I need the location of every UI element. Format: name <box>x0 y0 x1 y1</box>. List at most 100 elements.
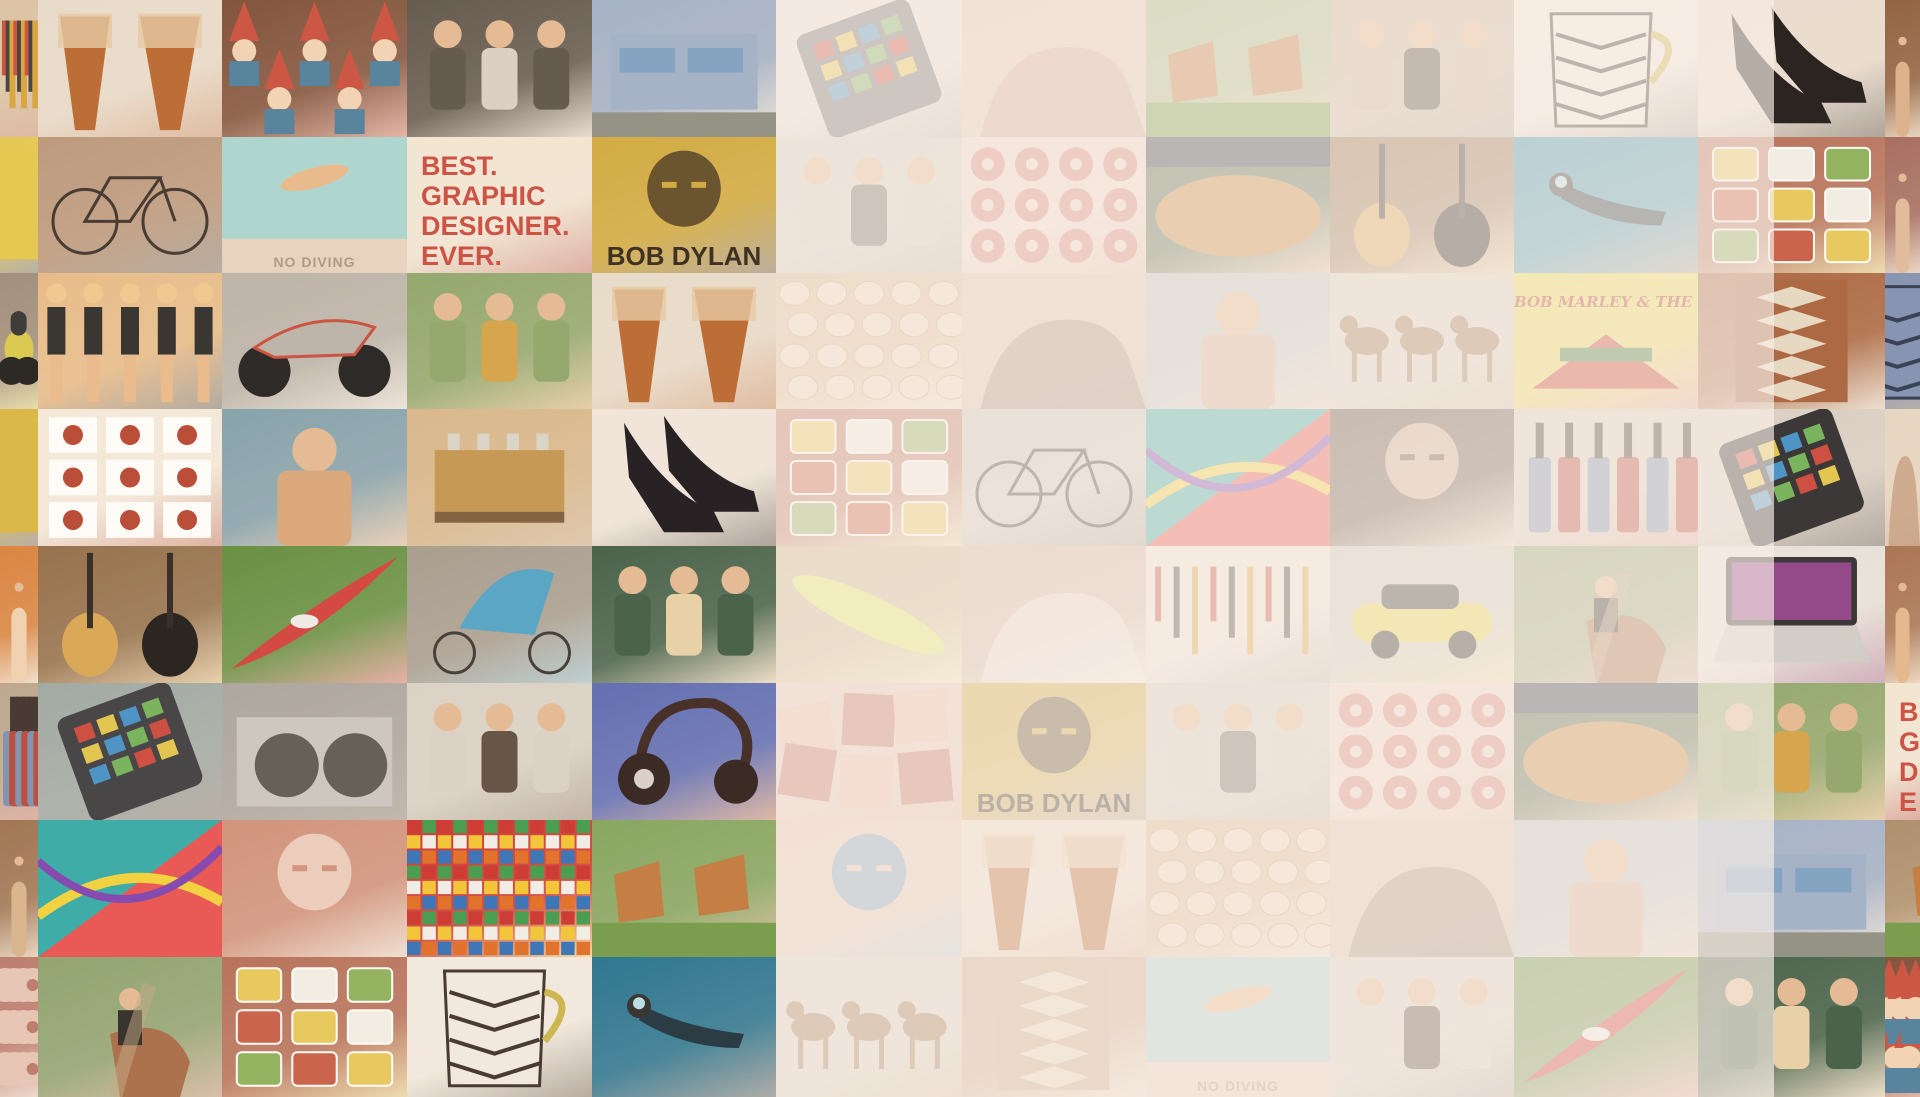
lego-bricks-photo[interactable] <box>407 820 592 957</box>
vintage-bicycle-photo[interactable] <box>962 409 1146 546</box>
turntables-photo[interactable] <box>222 683 407 820</box>
lawn-chairs-photo[interactable] <box>1146 0 1330 137</box>
hat-woman-photo[interactable] <box>0 546 38 683</box>
glasses-man-photo[interactable] <box>1330 409 1514 546</box>
louboutin-heels-photo[interactable] <box>592 409 776 546</box>
eggs-photo[interactable] <box>1146 820 1330 957</box>
patterned-mug-photo[interactable] <box>1514 0 1698 137</box>
takeout-meals-photo[interactable] <box>776 409 962 546</box>
acoustic-guitars-photo[interactable] <box>1330 137 1514 273</box>
tie-dye-friends-photo[interactable] <box>1698 683 1885 820</box>
calculator-hand-photo[interactable] <box>1698 409 1885 546</box>
donut-grid-photo[interactable] <box>1330 683 1514 820</box>
vintage-bicycle-photo[interactable] <box>38 137 222 273</box>
snack-plates-photo[interactable] <box>38 409 222 546</box>
calculator-photo[interactable] <box>776 0 962 137</box>
meals-icon <box>235 967 394 1087</box>
grandma-photo[interactable] <box>0 820 38 957</box>
modern-house-photo[interactable] <box>592 0 776 137</box>
hot-sauce-bottles-photo[interactable] <box>0 683 38 820</box>
phone-icon <box>796 0 942 137</box>
djembe-drums-photo[interactable] <box>38 0 222 137</box>
acoustic-guitars-photo[interactable] <box>38 546 222 683</box>
yellow-letters-photo[interactable] <box>0 409 38 546</box>
headphones-photo[interactable] <box>592 683 776 820</box>
eggs-photo[interactable] <box>776 273 962 409</box>
takeout-meals-photo[interactable] <box>1698 137 1885 273</box>
fisher-woman-photo[interactable] <box>1514 820 1698 957</box>
tie-dye-partial-photo[interactable] <box>1885 546 1920 683</box>
scuba-diver-photo[interactable] <box>592 957 776 1097</box>
donut-grid-photo[interactable] <box>962 137 1146 273</box>
woven-rug-photo[interactable] <box>962 957 1146 1097</box>
bob-dylan-poster[interactable]: BOB DYLAN <box>592 137 776 273</box>
patterned-mug-photo[interactable] <box>407 957 592 1097</box>
pool-diver-photo[interactable]: NO DIVING <box>1146 957 1330 1097</box>
poster-collage-photo[interactable] <box>776 683 962 820</box>
lake-fisher-photo[interactable] <box>1146 273 1330 409</box>
pool-diver-photo[interactable]: NO DIVING <box>222 137 407 273</box>
hot-sauce-bottles-photo[interactable] <box>1514 409 1698 546</box>
black-heels-photo[interactable] <box>1698 0 1885 137</box>
car-partial-photo[interactable] <box>0 273 38 409</box>
lounge-chair-photo[interactable] <box>1885 820 1920 957</box>
abstract-art-photo[interactable] <box>38 820 222 957</box>
food-scene-photo[interactable] <box>776 137 962 273</box>
food-scene-photo[interactable] <box>1146 683 1330 820</box>
blue-object-photo[interactable] <box>1885 273 1920 409</box>
hand-pencils-photo[interactable] <box>1330 820 1514 957</box>
horse-rider-photo[interactable] <box>1514 546 1698 683</box>
tool-wall-photo[interactable] <box>1146 546 1330 683</box>
street-group-photo[interactable] <box>1330 0 1514 137</box>
red-kayak-photo[interactable] <box>222 546 407 683</box>
hand-pencils-photo[interactable] <box>962 273 1146 409</box>
plates-icon <box>49 417 211 538</box>
gnome-partial-photo[interactable] <box>1885 957 1920 1097</box>
scuba-diver-photo[interactable] <box>1514 137 1698 273</box>
surfboard-photo[interactable] <box>776 546 962 683</box>
bike-trailer-photo[interactable] <box>407 546 592 683</box>
djembe-drums-photo[interactable] <box>962 820 1146 957</box>
laptop-photo[interactable] <box>1698 546 1885 683</box>
motorcycle-photo[interactable] <box>222 273 407 409</box>
lawn-chairs-photo[interactable] <box>592 820 776 957</box>
dogs-photo[interactable] <box>1330 273 1514 409</box>
reggae-poster[interactable]: BOB MARLEY & THE WAILERS <box>1514 273 1698 409</box>
guitar-band-photo[interactable] <box>407 0 592 137</box>
baseball-stadium-photo[interactable] <box>1146 137 1330 273</box>
woven-rug-photo[interactable] <box>1698 273 1885 409</box>
djembe-drums-photo[interactable] <box>592 273 776 409</box>
face-massage-photo[interactable] <box>222 820 407 957</box>
espresso-machine-photo[interactable] <box>407 409 592 546</box>
hand-closeup-photo[interactable] <box>962 0 1146 137</box>
horse-rider-photo[interactable] <box>38 957 222 1097</box>
writing-hand-photo[interactable] <box>1885 409 1920 546</box>
tool-rack-photo[interactable] <box>0 0 38 137</box>
barbie-dolls-photo[interactable] <box>38 273 222 409</box>
yellow-mini-photo[interactable] <box>1330 546 1514 683</box>
baseball-stadium-photo[interactable] <box>1514 683 1698 820</box>
portrait-photo[interactable] <box>1885 0 1920 137</box>
tie-dye-friends-photo[interactable] <box>407 273 592 409</box>
chalkboard-students-photo[interactable] <box>592 546 776 683</box>
dogs-photo[interactable] <box>776 957 962 1097</box>
graphic-designer-poster[interactable]: B G D E <box>1885 683 1920 820</box>
donut-sign-photo[interactable] <box>0 957 38 1097</box>
calculator-photo[interactable] <box>38 683 222 820</box>
red-kayak-photo[interactable] <box>1514 957 1698 1097</box>
people-icon <box>429 293 570 382</box>
graphic-designer-poster[interactable]: BEST. GRAPHIC DESIGNER. EVER. <box>407 137 592 273</box>
fisher-woman-photo[interactable] <box>222 409 407 546</box>
yellow-sign-photo[interactable] <box>0 137 38 273</box>
garden-gnomes-photo[interactable] <box>222 0 407 137</box>
film-crew-photo[interactable] <box>407 683 592 820</box>
partial-portrait-photo[interactable] <box>1885 137 1920 273</box>
chalkboard-students-photo[interactable] <box>1698 957 1885 1097</box>
bob-dylan-poster[interactable]: BOB DYLAN <box>962 683 1146 820</box>
modern-house-photo[interactable] <box>1698 820 1885 957</box>
takeout-meals-photo[interactable] <box>222 957 407 1097</box>
makeup-eye-photo[interactable] <box>776 820 962 957</box>
pearl-bracelet-photo[interactable] <box>962 546 1146 683</box>
abstract-art-photo[interactable] <box>1146 409 1330 546</box>
film-crew-photo[interactable] <box>1330 957 1514 1097</box>
